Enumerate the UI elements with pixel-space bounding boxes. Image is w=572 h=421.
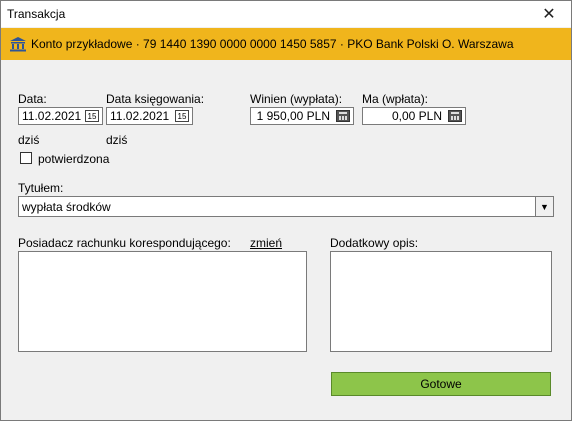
confirmed-label: potwierdzona <box>38 152 110 166</box>
account-banner-text: Konto przykładowe · 79 1440 1390 0000 00… <box>31 37 514 51</box>
confirmed-checkbox[interactable] <box>20 152 32 164</box>
credit-label: Ma (wpłata): <box>362 92 429 106</box>
close-icon[interactable]: ✕ <box>527 1 571 27</box>
bank-icon <box>9 36 27 52</box>
counterparty-label: Posiadacz rachunku korespondującego: <box>18 236 231 250</box>
extra-desc-textarea[interactable] <box>330 251 552 352</box>
change-link[interactable]: zmień <box>250 236 282 250</box>
extra-desc-label: Dodatkowy opis: <box>330 236 419 250</box>
credit-value: 0,00 PLN <box>391 109 442 123</box>
posting-date-label: Data księgowania: <box>106 92 205 106</box>
title-label: Tytułem: <box>18 181 64 195</box>
transaction-dialog: Transakcja ✕ Konto przykładowe · 79 1440… <box>0 0 572 421</box>
done-button[interactable]: Gotowe <box>331 372 551 396</box>
calendar-icon[interactable]: 15 <box>175 110 189 122</box>
debit-label: Winien (wypłata): <box>250 92 343 106</box>
calendar-icon[interactable]: 15 <box>85 110 99 122</box>
date-label: Data: <box>18 92 47 106</box>
posting-date-field[interactable]: 11.02.2021 15 <box>106 107 193 125</box>
posting-date-value: 11.02.2021 <box>110 109 170 123</box>
counterparty-textarea[interactable] <box>18 251 307 352</box>
title-select[interactable]: wypłata środków ▼ <box>18 196 554 217</box>
date-field[interactable]: 11.02.2021 15 <box>18 107 103 125</box>
calculator-icon[interactable] <box>448 110 462 122</box>
posting-date-today-label: dziś <box>106 133 128 147</box>
account-banner: Konto przykładowe · 79 1440 1390 0000 00… <box>1 28 571 60</box>
date-today-label: dziś <box>18 133 40 147</box>
title-bar: Transakcja ✕ <box>1 1 571 27</box>
debit-value: 1 950,00 PLN <box>256 109 330 123</box>
credit-field[interactable]: 0,00 PLN <box>362 107 466 125</box>
chevron-down-icon[interactable]: ▼ <box>535 197 553 216</box>
window-title: Transakcja <box>7 7 66 21</box>
debit-field[interactable]: 1 950,00 PLN <box>250 107 354 125</box>
title-select-value: wypłata środków <box>22 199 111 214</box>
date-value: 11.02.2021 <box>22 109 82 123</box>
calculator-icon[interactable] <box>336 110 350 122</box>
